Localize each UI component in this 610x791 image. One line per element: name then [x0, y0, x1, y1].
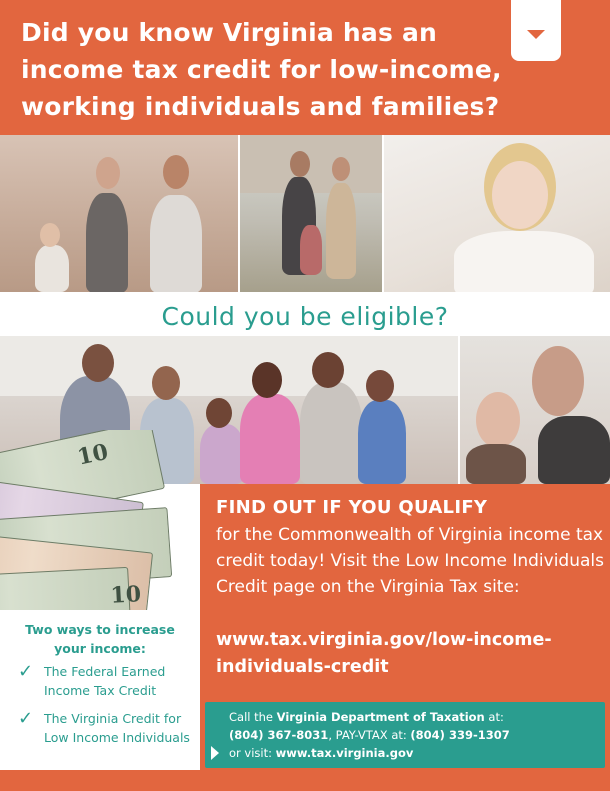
department-name: Virginia Department of Taxation: [276, 710, 485, 724]
photo-family-couple: [0, 135, 238, 292]
cta-title: FIND OUT IF YOU QUALIFY: [216, 497, 488, 518]
contact-box: Call the Virginia Department of Taxation…: [205, 702, 605, 768]
website-link[interactable]: www.tax.virginia.gov: [276, 746, 414, 760]
bottom-strip: [0, 770, 200, 791]
subtitle: Could you be eligible?: [161, 302, 449, 331]
photo-smiling-woman: [384, 135, 610, 292]
photo-father-daughter: [460, 336, 610, 484]
checkmark-icon: ✓: [18, 708, 34, 729]
phone-pay-vtax[interactable]: (804) 339-1307: [410, 728, 509, 742]
phone-main[interactable]: (804) 367-8031: [229, 728, 328, 742]
money-illustration: 10 20 20 5 10: [0, 430, 230, 630]
flyer-page: Did you know Virginia has an income tax …: [0, 0, 610, 791]
header-banner: Did you know Virginia has an income tax …: [0, 0, 610, 135]
cta-body: for the Commonwealth of Virginia income …: [216, 525, 604, 597]
chevron-down-icon: [527, 30, 545, 39]
headline: Did you know Virginia has an income tax …: [21, 18, 502, 121]
ways-title: Two ways to increase your income:: [25, 622, 175, 656]
dropdown-tab[interactable]: [511, 0, 561, 61]
ways-box: Two ways to increase your income: ✓ The …: [0, 610, 200, 770]
contact-text: Call the Virginia Department of Taxation…: [229, 710, 510, 760]
play-arrow-icon: [211, 746, 219, 760]
cta-link[interactable]: www.tax.virginia.gov/low-income-individu…: [216, 627, 604, 681]
photo-family-outdoors: [240, 135, 382, 292]
checkmark-icon: ✓: [18, 661, 34, 682]
